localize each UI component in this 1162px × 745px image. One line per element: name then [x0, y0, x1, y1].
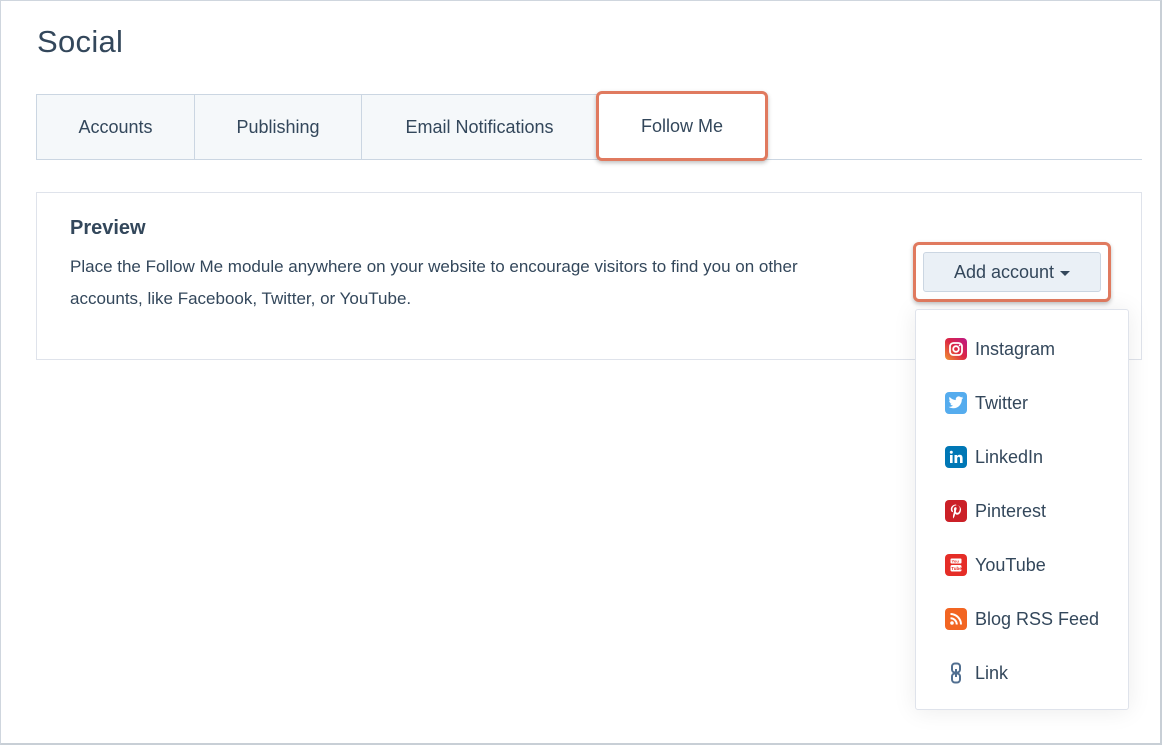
- dropdown-item-label: Blog RSS Feed: [975, 609, 1099, 630]
- svg-text:You: You: [952, 559, 960, 564]
- tab-bar: Accounts Publishing Email Notifications: [36, 94, 598, 160]
- dropdown-item-label: Twitter: [975, 393, 1028, 414]
- dropdown-item-linkedin[interactable]: LinkedIn: [945, 442, 1043, 472]
- tab-divider: [36, 159, 1142, 160]
- dropdown-item-twitter[interactable]: Twitter: [945, 388, 1028, 418]
- linkedin-icon: [945, 446, 967, 468]
- preview-title: Preview: [70, 217, 146, 240]
- tab-accounts[interactable]: Accounts: [36, 94, 194, 160]
- dropdown-item-label: Pinterest: [975, 501, 1046, 522]
- tab-email-notifications[interactable]: Email Notifications: [361, 94, 598, 160]
- dropdown-item-pinterest[interactable]: Pinterest: [945, 496, 1046, 526]
- dropdown-item-link[interactable]: Link: [945, 658, 1008, 688]
- caret-down-icon: [1060, 271, 1070, 276]
- page-title: Social: [37, 24, 123, 60]
- link-icon: [945, 662, 967, 684]
- twitter-icon: [945, 392, 967, 414]
- dropdown-item-label: LinkedIn: [975, 447, 1043, 468]
- dropdown-item-instagram[interactable]: Instagram: [945, 334, 1055, 364]
- rss-icon: [945, 608, 967, 630]
- tab-follow-me[interactable]: Follow Me: [596, 91, 768, 161]
- dropdown-item-label: Link: [975, 663, 1008, 684]
- add-account-label: Add account: [954, 262, 1054, 283]
- add-account-highlight: Add account: [913, 242, 1111, 302]
- add-account-button[interactable]: Add account: [923, 252, 1101, 292]
- dropdown-item-youtube[interactable]: YouTube YouTube: [945, 550, 1046, 580]
- dropdown-item-blog-rss-feed[interactable]: Blog RSS Feed: [945, 604, 1099, 634]
- tab-publishing[interactable]: Publishing: [194, 94, 361, 160]
- preview-description: Place the Follow Me module anywhere on y…: [70, 251, 850, 315]
- youtube-icon: You Tube: [945, 554, 967, 576]
- svg-text:Tube: Tube: [951, 566, 962, 571]
- pinterest-icon: [945, 500, 967, 522]
- dropdown-item-label: Instagram: [975, 339, 1055, 360]
- instagram-icon: [945, 338, 967, 360]
- dropdown-item-label: YouTube: [975, 555, 1046, 576]
- add-account-dropdown: Instagram Twitter LinkedIn Pinterest You…: [915, 309, 1129, 710]
